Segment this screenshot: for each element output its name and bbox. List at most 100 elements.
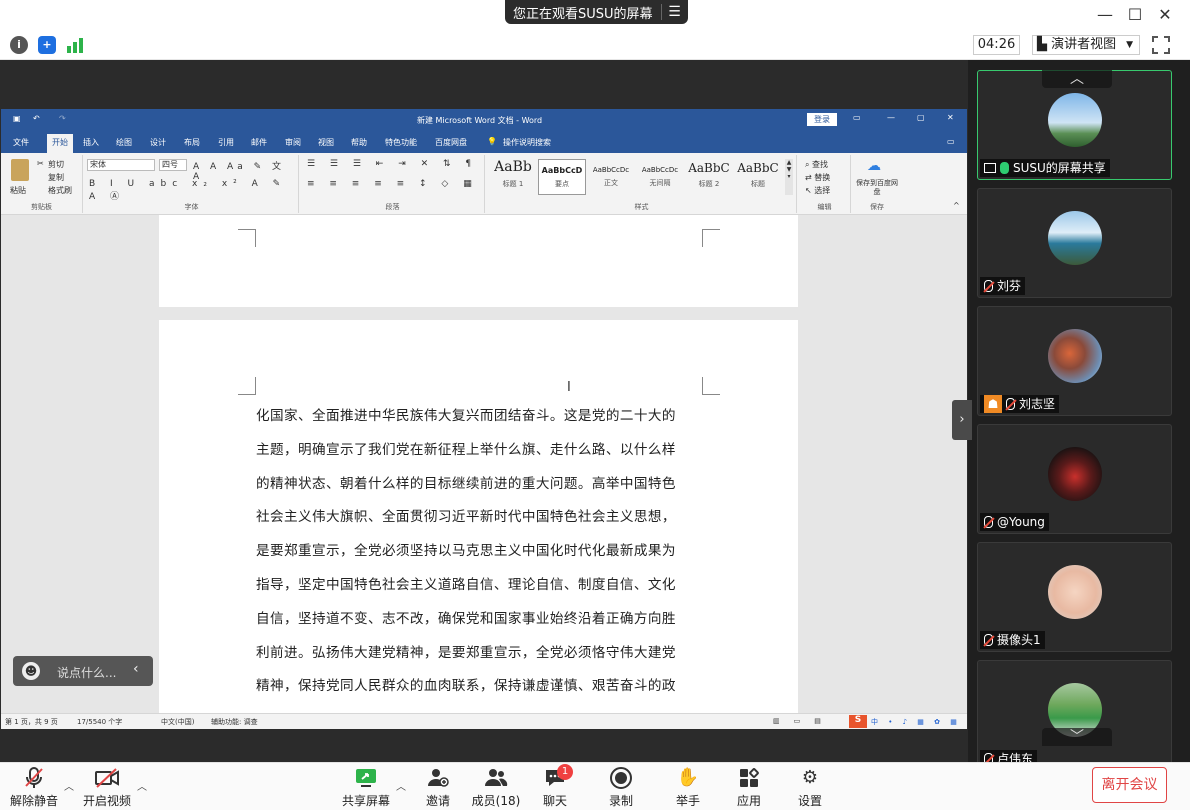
chevron-up-icon[interactable]: ︿: [396, 778, 406, 793]
paste-button[interactable]: 粘贴: [10, 185, 26, 196]
minimize-button[interactable]: —: [1094, 4, 1116, 26]
participant-tile[interactable]: ☗ 刘志坚: [977, 306, 1172, 416]
list-icon[interactable]: ☰: [662, 4, 688, 20]
participant-tile[interactable]: 刘芬: [977, 188, 1172, 298]
start-video-button[interactable]: 开启视频: [75, 766, 139, 808]
tab-view[interactable]: 视图: [318, 137, 334, 148]
save-icon[interactable]: ▣: [13, 114, 21, 123]
style-title[interactable]: AaBbC 标题: [734, 159, 782, 195]
chat-placeholder[interactable]: 说点什么...: [57, 664, 116, 681]
word-ribbon: 粘贴 ✂ 剪切 复制 格式刷 剪贴板 宋体 四号 A A Aa ✎ 文 A B …: [1, 153, 967, 215]
document-text[interactable]: 化国家、全面推进中华民族伟大复兴而团结奋斗。这是党的二十大的 主题，明确宣示了我…: [256, 400, 702, 704]
participant-tile[interactable]: 卢伟东: [977, 660, 1172, 768]
tab-file[interactable]: 文件: [13, 137, 29, 148]
record-button[interactable]: 录制: [589, 766, 653, 808]
style-no-spacing[interactable]: AaBbCcDc 无间隔: [636, 159, 684, 195]
page-count[interactable]: 第 1 页，共 9 页: [5, 717, 58, 727]
document-page[interactable]: [159, 215, 798, 307]
raise-hand-button[interactable]: ✋ 举手: [656, 766, 720, 808]
style-heading-2[interactable]: AaBbC 标题 2: [685, 159, 733, 195]
styles-scroll[interactable]: ▲ ▼ ▾: [785, 159, 793, 195]
invite-button[interactable]: 邀请: [406, 766, 470, 808]
font-size-select[interactable]: 四号: [159, 159, 187, 171]
editing-group: ⌕ 查找 ⇄ 替换 ↖ 选择 编辑: [799, 155, 851, 213]
word-minimize-button[interactable]: —: [887, 113, 895, 122]
share-screen-button[interactable]: 共享屏幕: [334, 766, 398, 808]
chevron-left-icon[interactable]: ‹: [133, 661, 139, 677]
shield-icon[interactable]: +: [38, 36, 56, 54]
find-button[interactable]: ⌕ 查找: [805, 159, 828, 170]
meeting-window: 您正在观看SUSU的屏幕 ☰ — ☐ ✕ i + 04:26 ▙ 演讲者视图 ▼ …: [0, 0, 1190, 810]
tab-insert[interactable]: 插入: [83, 137, 99, 148]
unmute-button[interactable]: 解除静音: [2, 766, 66, 808]
close-button[interactable]: ✕: [1154, 4, 1176, 26]
chevron-up-icon[interactable]: ︿: [137, 778, 147, 793]
select-button[interactable]: ↖ 选择: [805, 185, 830, 196]
word-restore-button[interactable]: ▢: [917, 113, 925, 122]
select-label: 选择: [814, 186, 831, 195]
chevron-up-icon[interactable]: ︿: [1042, 70, 1112, 88]
tab-featured[interactable]: 特色功能: [385, 137, 417, 148]
leave-meeting-button[interactable]: 离开会议: [1092, 767, 1167, 803]
chevron-down-icon[interactable]: ﹀: [1042, 728, 1112, 746]
ribbon-display-icon[interactable]: ▭: [853, 113, 861, 122]
word-close-button[interactable]: ✕: [947, 113, 954, 122]
tab-review[interactable]: 审阅: [285, 137, 301, 148]
chevron-up-icon[interactable]: ︿: [64, 778, 74, 793]
participant-tile[interactable]: @Young: [977, 424, 1172, 534]
word-count[interactable]: 17/5540 个字: [77, 717, 122, 727]
undo-icon[interactable]: ↶: [33, 114, 40, 123]
document-page[interactable]: I 化国家、全面推进中华民族伟大复兴而团结奋斗。这是党的二十大的 主题，明确宣示…: [159, 320, 798, 713]
sogou-ime-icon[interactable]: S: [849, 715, 867, 728]
view-mode-icons[interactable]: ▥▭▤: [773, 717, 835, 725]
save-to-netdisk-button[interactable]: 保存到百度网盘: [855, 179, 899, 197]
align-buttons[interactable]: ≡ ≡ ≡ ≡ ≡ ↕ ◇ ▦: [307, 179, 478, 189]
signal-icon[interactable]: [66, 37, 84, 53]
tab-draw[interactable]: 绘图: [116, 137, 132, 148]
tell-me-search[interactable]: 操作说明搜索: [503, 137, 551, 148]
chat-input-box[interactable]: ☻ 说点什么... ‹: [13, 656, 153, 686]
comment-icon[interactable]: ▭: [947, 137, 955, 146]
tab-design[interactable]: 设计: [150, 137, 166, 148]
font-style-buttons[interactable]: B I U abc x₂ x² A ✎ A Ⓐ: [89, 179, 298, 202]
cut-button[interactable]: 剪切: [48, 159, 64, 170]
font-family-select[interactable]: 宋体: [87, 159, 155, 171]
ime-toolbar-icons[interactable]: 中 • ♪ ▦ ✿ ▦: [871, 717, 961, 727]
copy-button[interactable]: 复制: [48, 172, 64, 183]
chevron-right-icon[interactable]: ›: [952, 400, 972, 440]
apps-button[interactable]: 应用: [717, 766, 781, 808]
maximize-button[interactable]: ☐: [1124, 4, 1146, 26]
clipboard-group-label: 剪贴板: [31, 203, 52, 211]
login-button[interactable]: 登录: [807, 113, 837, 126]
tab-references[interactable]: 引用: [218, 137, 234, 148]
paste-icon[interactable]: [11, 159, 29, 181]
tab-baidu-netdisk[interactable]: 百度网盘: [435, 137, 467, 148]
settings-button[interactable]: ⚙ 设置: [778, 766, 842, 808]
mic-muted-icon: [984, 516, 993, 528]
fullscreen-icon[interactable]: [1152, 36, 1170, 54]
margin-marker: [702, 229, 720, 247]
redo-icon[interactable]: ↷: [59, 114, 66, 123]
participant-tile[interactable]: 摄像头1: [977, 542, 1172, 652]
view-mode-dropdown[interactable]: ▙ 演讲者视图 ▼: [1032, 35, 1140, 55]
tab-layout[interactable]: 布局: [184, 137, 200, 148]
collapse-ribbon-icon[interactable]: ^: [953, 201, 960, 210]
format-painter-button[interactable]: 格式刷: [48, 185, 72, 196]
style-heading-1[interactable]: AaBb 标题 1: [489, 159, 537, 195]
chat-button[interactable]: 聊天: [523, 766, 587, 808]
smile-icon[interactable]: ☻: [22, 662, 40, 680]
tab-home[interactable]: 开始: [47, 134, 73, 153]
style-normal[interactable]: AaBbCcDc 正文: [587, 159, 635, 195]
tab-help[interactable]: 帮助: [351, 137, 367, 148]
list-buttons[interactable]: ☰ ☰ ☰ ⇤ ⇥ ✕ ⇅ ¶: [307, 159, 477, 169]
accessibility-status[interactable]: 辅助功能: 调查: [211, 717, 258, 727]
user-icon: ☗: [984, 395, 1002, 413]
font-group: 宋体 四号 A A Aa ✎ 文 A B I U abc x₂ x² A ✎ A…: [85, 155, 299, 213]
language[interactable]: 中文(中国): [161, 717, 194, 727]
tab-mailings[interactable]: 邮件: [251, 137, 267, 148]
replace-button[interactable]: ⇄ 替换: [805, 172, 830, 183]
style-key-point[interactable]: AaBbCcD 要点: [538, 159, 586, 195]
members-button[interactable]: 成员(18): [464, 766, 528, 808]
info-icon[interactable]: i: [10, 36, 28, 54]
document-area[interactable]: I 化国家、全面推进中华民族伟大复兴而团结奋斗。这是党的二十大的 主题，明确宣示…: [1, 215, 967, 713]
